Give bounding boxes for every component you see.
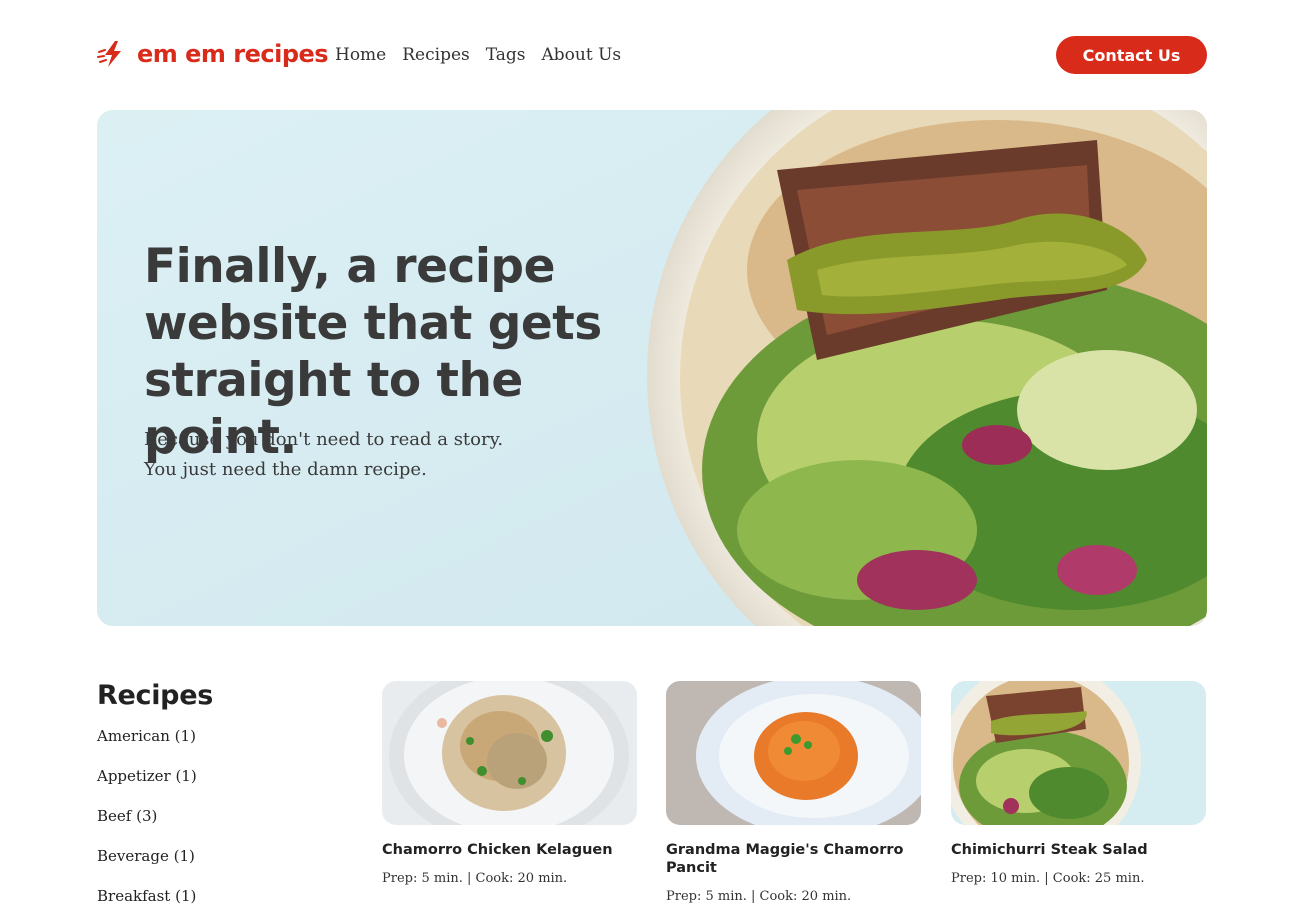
recipe-meta: Prep: 5 min. | Cook: 20 min.: [666, 889, 852, 904]
category-item: American (1): [97, 725, 357, 765]
brand-name: em em recipes: [137, 40, 329, 68]
nav-home[interactable]: Home: [335, 45, 386, 65]
category-link-beverage[interactable]: Beverage (1): [97, 847, 195, 865]
category-link-beef[interactable]: Beef (3): [97, 807, 157, 825]
recipe-card[interactable]: Chamorro Chicken Kelaguen Prep: 5 min. |…: [382, 681, 637, 886]
recipe-title[interactable]: Chimichurri Steak Salad: [951, 841, 1206, 859]
recipe-card[interactable]: Grandma Maggie's Chamorro Pancit Prep: 5…: [666, 681, 921, 904]
recipe-meta: Prep: 5 min. | Cook: 20 min.: [382, 871, 568, 886]
main-nav: Home Recipes Tags About Us: [335, 45, 621, 65]
site-header: em em recipes Home Recipes Tags About Us…: [97, 36, 1207, 74]
chicken-kelaguen-photo[interactable]: [382, 681, 637, 825]
category-link-american[interactable]: American (1): [97, 727, 196, 745]
hero-subtitle: Because you don't need to read a story. …: [144, 425, 503, 485]
category-item: Beverage (1): [97, 845, 357, 885]
recipes-sidebar: Recipes American (1) Appetizer (1) Beef …: [97, 680, 357, 917]
lightning-whisk-icon: [97, 41, 121, 67]
steak-salad-photo[interactable]: [951, 681, 1206, 825]
nav-tags[interactable]: Tags: [486, 45, 526, 65]
pancit-noodles-photo[interactable]: [666, 681, 921, 825]
hero-subtitle-line-2: You just need the damn recipe.: [144, 459, 427, 480]
contact-us-button[interactable]: Contact Us: [1056, 36, 1207, 74]
nav-recipes[interactable]: Recipes: [402, 45, 470, 65]
category-item: Appetizer (1): [97, 765, 357, 805]
hero-banner: Finally, a recipe website that gets stra…: [97, 110, 1207, 626]
recipe-title[interactable]: Grandma Maggie's Chamorro Pancit: [666, 841, 921, 877]
recipe-title[interactable]: Chamorro Chicken Kelaguen: [382, 841, 637, 859]
sidebar-heading: Recipes: [97, 680, 213, 711]
nav-about-us[interactable]: About Us: [542, 45, 622, 65]
logo-link[interactable]: em em recipes: [97, 38, 329, 70]
category-link-appetizer[interactable]: Appetizer (1): [97, 767, 197, 785]
category-list: American (1) Appetizer (1) Beef (3) Beve…: [97, 725, 357, 917]
hero-subtitle-line-1: Because you don't need to read a story.: [144, 429, 504, 450]
category-item: Breakfast (1): [97, 885, 357, 917]
recipe-meta: Prep: 10 min. | Cook: 25 min.: [951, 871, 1145, 886]
recipe-card[interactable]: Chimichurri Steak Salad Prep: 10 min. | …: [951, 681, 1206, 886]
category-link-breakfast[interactable]: Breakfast (1): [97, 887, 196, 905]
category-item: Beef (3): [97, 805, 357, 845]
